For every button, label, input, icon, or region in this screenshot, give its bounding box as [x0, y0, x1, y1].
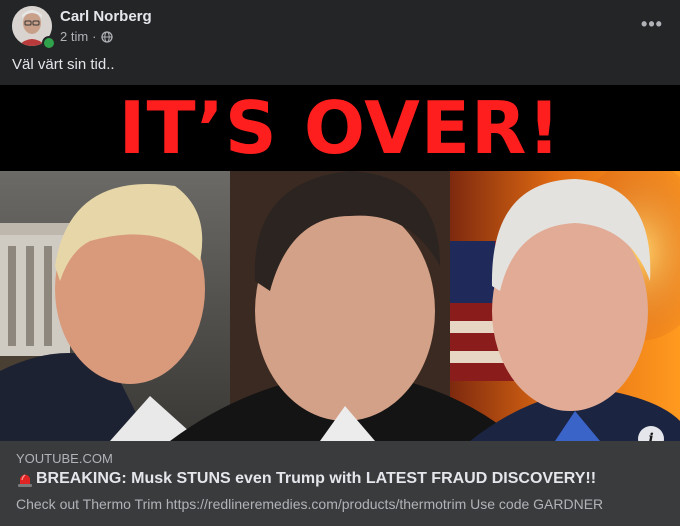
link-preview-card[interactable]: YOUTUBE.COM BREAKING: Musk STUNS even Tr… [0, 441, 680, 526]
thumbnail-headline-band: IT’S OVER! [0, 85, 680, 171]
thumbnail-headline: IT’S OVER! [118, 86, 562, 170]
link-domain: YOUTUBE.COM [16, 451, 113, 466]
post-meta: 2 tim · [60, 29, 113, 44]
post-time[interactable]: 2 tim [60, 29, 88, 44]
meta-separator: · [92, 29, 97, 44]
post-caption: Väl värt sin tid.. [12, 56, 115, 73]
siren-icon [16, 470, 34, 488]
more-options-icon[interactable]: ••• [638, 10, 666, 38]
link-description: Check out Thermo Trim https://redlinerem… [16, 496, 604, 512]
globe-icon[interactable] [100, 30, 113, 43]
video-thumbnail[interactable]: IT’S OVER! [0, 85, 680, 441]
post-header: Carl Norberg 2 tim · ••• [0, 0, 680, 52]
online-status-indicator [42, 36, 56, 50]
link-title-text[interactable]: BREAKING: Musk STUNS even Trump with LAT… [36, 470, 596, 488]
author-name[interactable]: Carl Norberg [60, 8, 152, 25]
link-title[interactable]: BREAKING: Musk STUNS even Trump with LAT… [16, 470, 596, 488]
feed-post: Carl Norberg 2 tim · ••• Väl värt sin ti… [0, 0, 680, 526]
thumbnail-scene-image [0, 171, 680, 441]
